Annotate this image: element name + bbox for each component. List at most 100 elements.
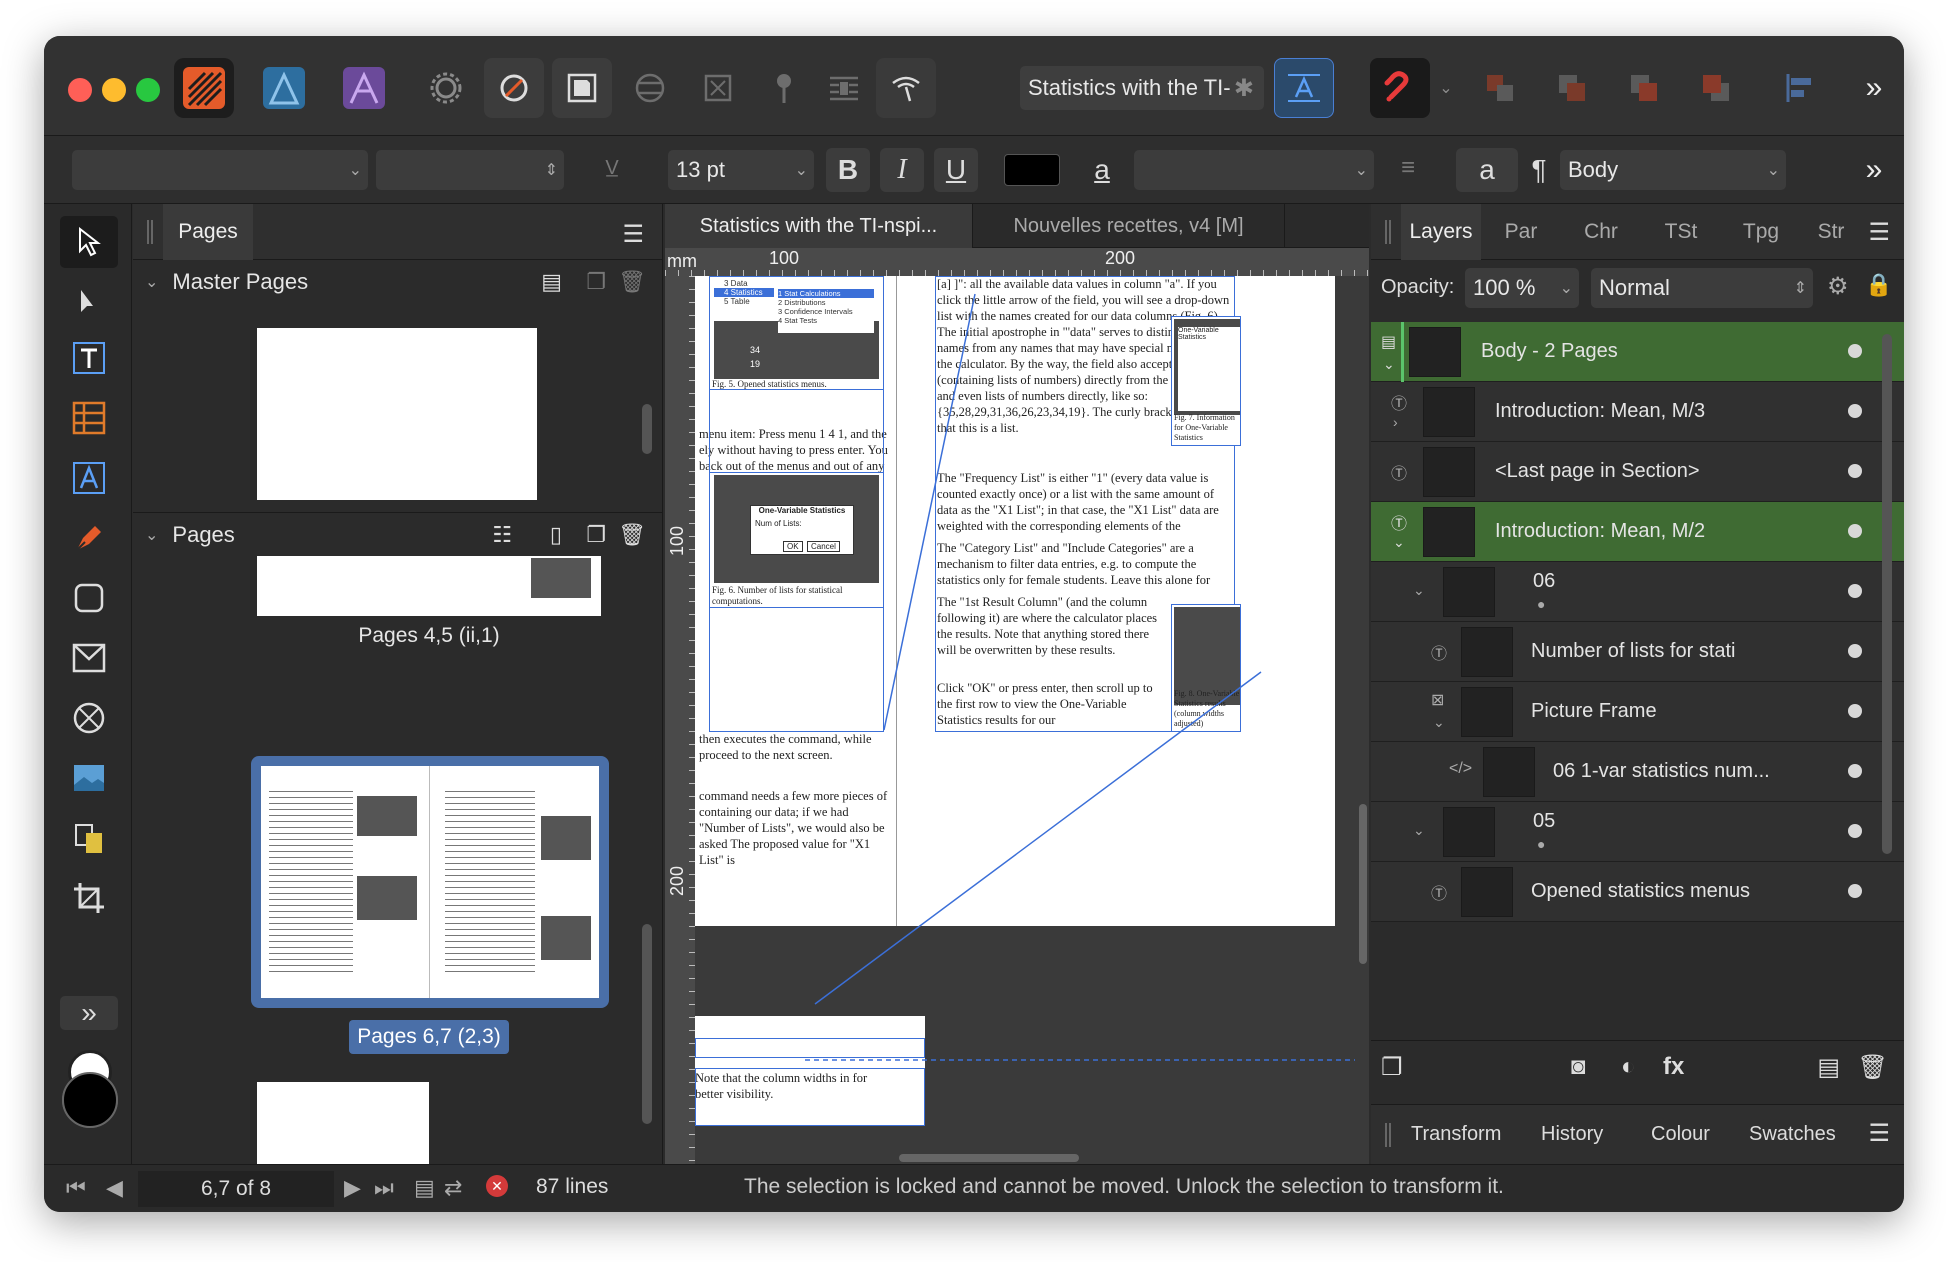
spread-label-4-5[interactable]: Pages 4,5 (ii,1) [257, 624, 601, 648]
designer-persona-icon[interactable] [254, 58, 314, 118]
place-image-tool-icon[interactable] [60, 752, 118, 804]
character-style-dropdown[interactable]: ⌄ [1134, 150, 1374, 190]
figure-5-frame[interactable]: 3 Data 4 Statistics 5 Table 1 Stat Calcu… [709, 276, 884, 390]
master-scrollbar[interactable] [642, 404, 652, 454]
duplicate-master-icon[interactable]: ❐ [586, 269, 606, 295]
page-number-field[interactable]: 6,7 of 8 [138, 1171, 334, 1207]
add-master-icon[interactable]: ▤ [541, 269, 562, 295]
expand-tools-icon[interactable]: » [60, 996, 118, 1030]
horizontal-scrollbar[interactable] [665, 1154, 1369, 1164]
bring-to-front-icon[interactable] [1614, 58, 1674, 118]
tab-pages[interactable]: Pages [163, 204, 253, 260]
body-paragraph[interactable]: The "Category List" and "Include Categor… [937, 540, 1237, 588]
visibility-dot[interactable] [1848, 584, 1862, 598]
next-page-icon[interactable]: ▶ [344, 1175, 361, 1201]
paragraph-panel-button[interactable]: ¶ [1524, 148, 1554, 192]
selected-spread-frame[interactable] [251, 756, 609, 1008]
tab-swatches[interactable]: Swatches [1749, 1123, 1836, 1146]
toolbar-overflow-icon[interactable]: » [1844, 58, 1904, 118]
pin-icon[interactable] [754, 58, 814, 118]
master-pages-header[interactable]: ⌄ Master Pages ▤ ❐ 🗑 [133, 260, 662, 304]
rectangle-tool-icon[interactable] [60, 572, 118, 624]
align-icon[interactable] [1770, 58, 1830, 118]
add-page-icon[interactable]: ▯ [550, 522, 562, 548]
publisher-persona-icon[interactable] [174, 58, 234, 118]
delete-master-icon[interactable]: 🗑 [618, 269, 646, 295]
layer-row-intro-m3[interactable]: Ⓣ › Introduction: Mean, M/3 [1371, 382, 1904, 442]
visibility-dot[interactable] [1848, 884, 1862, 898]
body-paragraph[interactable]: The "1st Result Column" (and the column … [937, 594, 1169, 674]
link-icon[interactable]: ⇄ [444, 1175, 462, 1201]
layers-scrollbar[interactable] [1882, 334, 1892, 854]
visibility-dot[interactable] [1848, 524, 1862, 538]
text-color-swatch[interactable] [1004, 154, 1060, 186]
horizontal-ruler[interactable]: mm 100 200 [665, 248, 1369, 276]
spread-icon[interactable]: ▤ [414, 1175, 435, 1201]
tab-text-styles[interactable]: TSt [1641, 204, 1721, 260]
visibility-dot[interactable] [1848, 464, 1862, 478]
photo-persona-icon[interactable] [334, 58, 394, 118]
move-back-icon[interactable] [1470, 58, 1530, 118]
chevron-down-icon[interactable]: ⌄ [1413, 582, 1425, 599]
last-page-icon[interactable]: ⏭ [374, 1175, 394, 1201]
panel-menu-icon[interactable]: ☰ [622, 220, 644, 249]
tracking-icon[interactable]: V̲ [592, 142, 632, 194]
italic-button[interactable]: I [880, 148, 924, 192]
paragraph-style-dropdown[interactable]: Body ⌄ [1560, 150, 1786, 190]
visibility-dot[interactable] [1848, 404, 1862, 418]
layer-row-picture-frame[interactable]: ⊠ ⌄ Picture Frame [1371, 682, 1904, 742]
adjustment-icon[interactable]: ◐ [1621, 1053, 1636, 1081]
tab-paragraph[interactable]: Par [1481, 204, 1561, 260]
visibility-dot[interactable] [1848, 344, 1862, 358]
document-page-spread[interactable]: menu item: Press menu 1 4 1, and the ely… [695, 276, 1335, 926]
zoom-window-button[interactable] [136, 78, 160, 102]
snapping-magnet-icon[interactable] [1370, 58, 1430, 118]
layer-row-body[interactable]: ▤ ⌄ Body - 2 Pages [1371, 322, 1904, 382]
context-overflow-icon[interactable]: » [1844, 140, 1904, 200]
document-canvas[interactable]: Statistics with the TI-nspi... Nouvelles… [665, 204, 1369, 1164]
layer-row-opened-menus[interactable]: Ⓣ Opened statistics menus [1371, 862, 1904, 922]
character-panel-button[interactable]: a [1456, 148, 1518, 192]
panel-menu-icon[interactable]: ☰ [1868, 218, 1890, 247]
layer-row-intro-m2[interactable]: Ⓣ ⌄ Introduction: Mean, M/2 [1371, 502, 1904, 562]
tab-colour[interactable]: Colour [1651, 1123, 1710, 1146]
previous-page-icon[interactable]: ◀ [106, 1175, 123, 1201]
next-page[interactable]: Note that the column widths in for bette… [695, 1016, 925, 1126]
panel-grip-icon[interactable] [1385, 220, 1391, 244]
panel-grip-icon[interactable] [1385, 1123, 1391, 1147]
text-fragment[interactable]: command needs a few more pieces of conta… [699, 788, 889, 868]
chevron-down-icon[interactable]: ⌄ [1413, 822, 1425, 839]
figure-6-frame[interactable]: One-Variable Statistics Num of Lists: OK… [709, 472, 884, 608]
preferences-gear-icon[interactable] [416, 58, 476, 118]
vertical-scroll-thumb[interactable] [1359, 804, 1367, 964]
fx-icon[interactable]: fx [1663, 1053, 1684, 1081]
master-page-thumbnail[interactable] [257, 328, 537, 500]
close-window-button[interactable] [68, 78, 92, 102]
layer-row-last-page[interactable]: Ⓣ <Last page in Section> [1371, 442, 1904, 502]
spread-thumbnail-4-5[interactable] [257, 556, 601, 616]
spread-thumbnail-6-7[interactable] [261, 766, 599, 998]
pages-header[interactable]: ⌄ Pages ☷ ▯ ❐ 🗑 [133, 512, 662, 556]
chevron-down-icon[interactable]: ⌄ [1393, 534, 1405, 551]
figure-8-frame[interactable]: Fig. 8. One-Variable Statistics results … [1171, 604, 1241, 732]
visibility-dot[interactable] [1848, 644, 1862, 658]
body-paragraph[interactable]: Click "OK" or press enter, then scroll u… [937, 680, 1169, 730]
blend-mode-dropdown[interactable]: Normal ⇕ [1591, 268, 1813, 308]
chevron-down-icon[interactable]: ⌄ [1433, 714, 1445, 731]
document-setup-icon[interactable] [552, 58, 612, 118]
send-to-back-icon[interactable] [1686, 58, 1746, 118]
panel-menu-icon[interactable]: ☰ [1868, 1119, 1890, 1148]
text-frame-mode-icon[interactable] [1274, 58, 1334, 118]
layer-row-image[interactable]: </> 06 1-var statistics num... [1371, 742, 1904, 802]
picture-frame-ellipse-tool-icon[interactable] [60, 692, 118, 744]
baseline-shift-icon[interactable]: ≡ [1388, 142, 1428, 194]
pen-tool-icon[interactable] [60, 512, 118, 564]
tab-transform[interactable]: Transform [1411, 1123, 1501, 1146]
minimize-window-button[interactable] [102, 78, 126, 102]
tab-statistics-document[interactable]: Statistics with the TI-nspi... [665, 204, 973, 248]
panel-grip-icon[interactable] [147, 220, 153, 244]
node-tool-icon[interactable] [60, 276, 118, 328]
layer-row-group-05[interactable]: ⌄ 05 ● [1371, 802, 1904, 862]
first-page-icon[interactable]: ⏮ [66, 1175, 86, 1201]
crop-tool-icon[interactable] [60, 872, 118, 924]
